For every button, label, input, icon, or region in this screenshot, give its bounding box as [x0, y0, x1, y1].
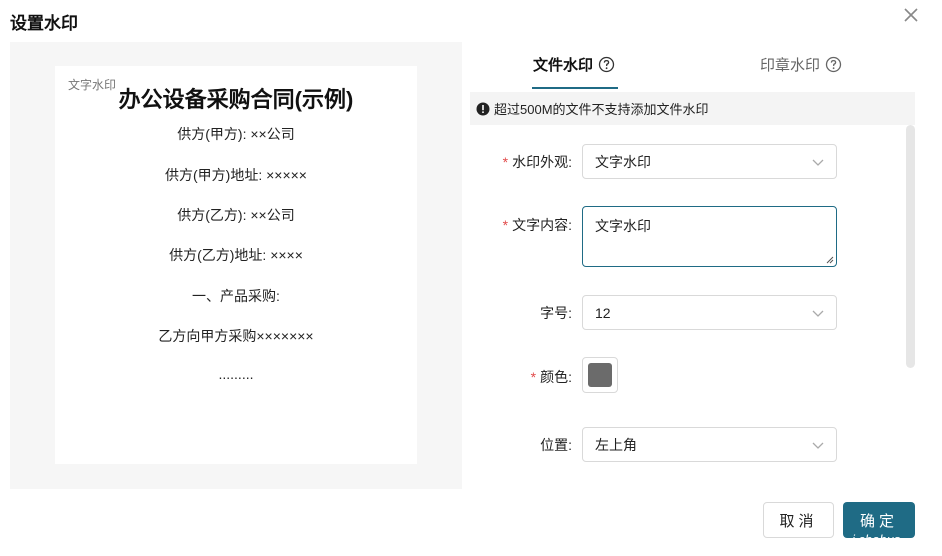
resize-handle-icon[interactable]: [825, 255, 834, 264]
close-icon[interactable]: [900, 4, 922, 26]
color-label: * 颜色:: [530, 369, 572, 385]
color-swatch: [588, 363, 612, 387]
preview-line: .........: [218, 366, 254, 382]
chevron-down-icon: [812, 159, 824, 166]
position-label: 位置:: [540, 437, 572, 453]
chevron-down-icon: [812, 442, 824, 449]
preview-document: 文字水印 办公设备采购合同(示例) 供方(甲方): ××公司 供方(甲方)地址:…: [55, 66, 417, 464]
tab-label: 印章水印: [760, 57, 821, 74]
preview-doc-title: 办公设备采购合同(示例): [118, 87, 354, 112]
font-size-value: 12: [595, 304, 611, 321]
preview-line: 供方(甲方)地址: ×××××: [165, 167, 307, 183]
font-size-label: 字号:: [540, 305, 572, 321]
tab-seal-watermark[interactable]: 印章水印: [760, 54, 842, 75]
watermark-badge: i.chobus...: [852, 532, 912, 547]
appearance-label: * 水印外观:: [502, 154, 572, 170]
chevron-down-icon: [812, 310, 824, 317]
dialog-title: 设置水印: [10, 14, 78, 33]
preview-line: 乙方向甲方采购×××××××: [158, 328, 314, 344]
form-scrollbar[interactable]: [906, 125, 915, 368]
appearance-select[interactable]: 文字水印: [582, 144, 837, 179]
preview-line: 供方(甲方): ××公司: [177, 126, 295, 142]
tab-label: 文件水印: [533, 57, 594, 74]
watermark-preview: 文字水印 办公设备采购合同(示例) 供方(甲方): ××公司 供方(甲方)地址:…: [10, 42, 462, 489]
required-mark: *: [530, 369, 537, 385]
position-value: 左上角: [595, 436, 637, 453]
content-label: * 文字内容:: [502, 217, 572, 233]
help-icon[interactable]: [598, 56, 615, 73]
preview-line: 供方(乙方)地址: ××××: [169, 247, 303, 263]
cancel-button[interactable]: 取消: [763, 502, 834, 538]
color-picker[interactable]: [582, 357, 618, 393]
help-icon[interactable]: [825, 56, 842, 73]
active-tab-indicator: [532, 87, 618, 89]
font-size-select[interactable]: 12: [582, 295, 837, 330]
preview-line: 供方(乙方): ××公司: [177, 207, 295, 223]
appearance-value: 文字水印: [595, 153, 651, 170]
notice-text: 超过500M的文件不支持添加文件水印: [494, 102, 709, 117]
size-limit-notice: 超过500M的文件不支持添加文件水印: [470, 92, 915, 125]
content-value: 文字水印: [595, 218, 651, 234]
required-mark: *: [502, 154, 509, 170]
tab-file-watermark[interactable]: 文件水印: [533, 54, 615, 75]
exclamation-icon: [476, 102, 490, 115]
position-select[interactable]: 左上角: [582, 427, 837, 462]
content-textarea[interactable]: 文字水印: [582, 206, 837, 267]
preview-line: 一、产品采购:: [192, 288, 280, 304]
required-mark: *: [502, 217, 509, 233]
